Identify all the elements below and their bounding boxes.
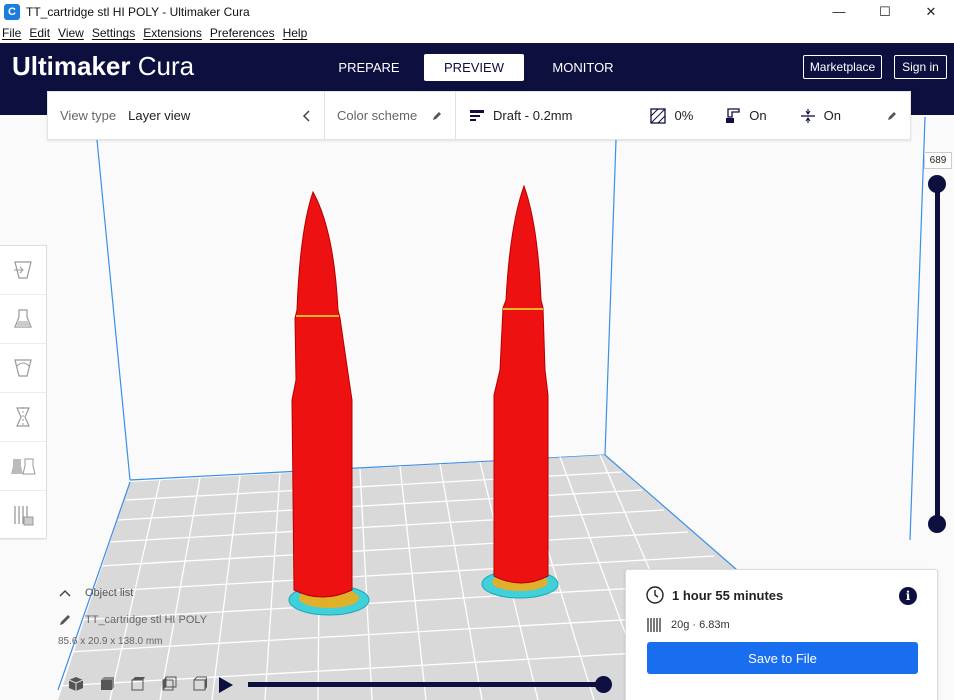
tab-prepare[interactable]: PREPARE	[326, 54, 412, 81]
print-setup-section[interactable]: Draft - 0.2mm 0% On On	[456, 92, 910, 139]
object-name-row[interactable]: TT_cartridge stl HI POLY	[58, 613, 298, 627]
view-type-label: View type	[60, 108, 117, 123]
top-view-icon[interactable]	[122, 672, 153, 696]
cura-app-icon: C	[4, 3, 20, 20]
logo-product: Cura	[137, 51, 195, 81]
menu-extensions[interactable]: Extensions	[143, 26, 202, 40]
right-view-icon[interactable]	[184, 672, 215, 696]
menu-preferences[interactable]: Preferences	[210, 26, 275, 40]
clock-icon	[646, 586, 664, 604]
profile-icon	[470, 109, 484, 123]
path-slider-handle[interactable]	[595, 676, 612, 693]
view-type-value[interactable]: Layer view	[128, 108, 190, 123]
front-view-icon[interactable]	[91, 672, 122, 696]
play-icon[interactable]	[218, 676, 234, 697]
window-title: TT_cartridge stl HI POLY - Ultimaker Cur…	[26, 4, 250, 19]
per-model-settings-icon[interactable]	[0, 442, 46, 491]
material-usage: 20g · 6.83m	[671, 619, 730, 631]
move-tool-icon[interactable]	[0, 246, 46, 295]
menu-bar: File Edit View Settings Extensions Prefe…	[0, 23, 954, 43]
object-list-header[interactable]: Object list	[58, 587, 298, 599]
maximize-button[interactable]: ☐	[862, 0, 908, 23]
sign-in-button[interactable]: Sign in	[894, 55, 947, 79]
window-controls: — ☐ ✕	[816, 0, 954, 23]
object-list: Object list TT_cartridge stl HI POLY 85.…	[58, 587, 298, 647]
support-blocker-icon[interactable]	[0, 491, 46, 540]
pencil-icon[interactable]	[431, 110, 443, 122]
adhesion-value: On	[823, 108, 841, 123]
infill-value: 0%	[674, 108, 694, 123]
window-titlebar: C TT_cartridge stl HI POLY - Ultimaker C…	[0, 0, 954, 23]
ultimaker-cura-logo: Ultimaker Cura	[12, 51, 194, 82]
tab-monitor[interactable]: MONITOR	[538, 54, 628, 81]
tab-preview[interactable]: PREVIEW	[424, 54, 524, 81]
menu-help[interactable]: Help	[283, 26, 308, 40]
scale-tool-icon[interactable]	[0, 295, 46, 344]
pencil-icon[interactable]	[886, 110, 898, 122]
support-value: On	[749, 108, 767, 123]
rotate-tool-icon[interactable]	[0, 344, 46, 393]
menu-edit[interactable]: Edit	[29, 26, 50, 40]
print-time-row: 1 hour 55 minutes	[646, 586, 783, 604]
stage-tabs: PREPARE PREVIEW MONITOR	[326, 54, 628, 81]
layer-slider-lower-handle[interactable]	[928, 515, 946, 533]
material-row: 20g · 6.83m	[646, 617, 730, 633]
minimize-button[interactable]: —	[816, 0, 862, 23]
tool-sidebar	[0, 245, 47, 540]
mirror-tool-icon[interactable]	[0, 393, 46, 442]
left-view-icon[interactable]	[153, 672, 184, 696]
print-information-panel: 1 hour 55 minutes i 20g · 6.83m Save to …	[625, 569, 938, 700]
path-slider-track[interactable]	[248, 682, 606, 687]
print-time: 1 hour 55 minutes	[672, 587, 784, 603]
marketplace-button[interactable]: Marketplace	[803, 55, 882, 79]
filament-spool-icon	[646, 617, 662, 633]
preview-toolbar: View type Layer view Color scheme Draft …	[47, 91, 911, 140]
layer-slider-track[interactable]	[935, 184, 940, 524]
infill-icon	[650, 107, 667, 124]
object-name: TT_cartridge stl HI POLY	[85, 614, 208, 626]
pencil-icon[interactable]	[58, 613, 72, 627]
menu-file[interactable]: File	[2, 26, 21, 40]
save-to-file-button[interactable]: Save to File	[647, 642, 918, 674]
logo-brand: Ultimaker	[12, 51, 131, 81]
layer-number[interactable]: 689	[924, 152, 952, 169]
3d-view-icon[interactable]	[60, 672, 91, 696]
close-button[interactable]: ✕	[908, 0, 954, 23]
camera-view-buttons	[60, 672, 215, 696]
layer-slider-upper-handle[interactable]	[928, 175, 946, 193]
view-type-section[interactable]: View type Layer view	[48, 92, 324, 139]
menu-settings[interactable]: Settings	[92, 26, 135, 40]
profile-value: Draft - 0.2mm	[493, 108, 573, 123]
object-list-title: Object list	[85, 587, 134, 599]
chevron-up-icon[interactable]	[58, 588, 72, 598]
support-icon	[725, 107, 741, 124]
chevron-left-icon[interactable]	[302, 109, 312, 122]
info-icon[interactable]: i	[899, 587, 917, 605]
adhesion-icon	[800, 108, 816, 124]
menu-view[interactable]: View	[58, 26, 84, 40]
color-scheme-label: Color scheme	[337, 108, 418, 123]
color-scheme-section[interactable]: Color scheme	[325, 92, 455, 139]
object-dimensions: 85.6 x 20.9 x 138.0 mm	[58, 636, 163, 647]
